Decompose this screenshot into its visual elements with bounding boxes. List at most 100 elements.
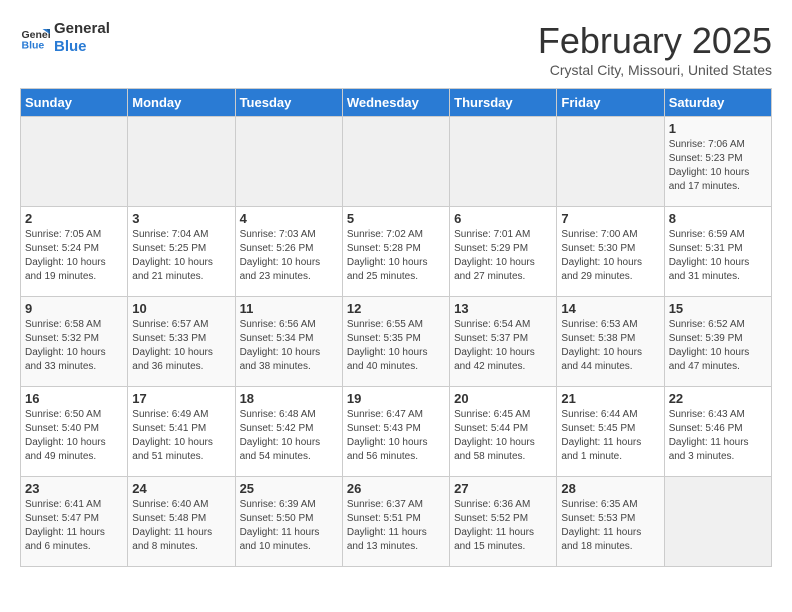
calendar-cell: 27 Sunrise: 6:36 AM Sunset: 5:52 PM Dayli… (450, 477, 557, 567)
col-monday: Monday (128, 89, 235, 117)
day-info: Sunrise: 6:49 AM Sunset: 5:41 PM Dayligh… (132, 408, 230, 464)
day-info: Sunrise: 6:54 AM Sunset: 5:37 PM Dayligh… (454, 318, 552, 374)
day-number: 22 (669, 391, 767, 406)
calendar-cell: 21 Sunrise: 6:44 AM Sunset: 5:45 PM Dayli… (557, 387, 664, 477)
day-info: Sunrise: 7:06 AM Sunset: 5:23 PM Dayligh… (669, 138, 767, 194)
day-number: 8 (669, 211, 767, 226)
calendar-cell: 13 Sunrise: 6:54 AM Sunset: 5:37 PM Dayli… (450, 297, 557, 387)
calendar-cell: 17 Sunrise: 6:49 AM Sunset: 5:41 PM Dayli… (128, 387, 235, 477)
day-info: Sunrise: 6:48 AM Sunset: 5:42 PM Dayligh… (240, 408, 338, 464)
day-number: 6 (454, 211, 552, 226)
day-number: 23 (25, 481, 123, 496)
day-info: Sunrise: 7:01 AM Sunset: 5:29 PM Dayligh… (454, 228, 552, 284)
day-info: Sunrise: 7:02 AM Sunset: 5:28 PM Dayligh… (347, 228, 445, 284)
calendar-cell: 25 Sunrise: 6:39 AM Sunset: 5:50 PM Dayli… (235, 477, 342, 567)
day-number: 4 (240, 211, 338, 226)
day-number: 13 (454, 301, 552, 316)
col-saturday: Saturday (664, 89, 771, 117)
calendar-cell: 3 Sunrise: 7:04 AM Sunset: 5:25 PM Daylig… (128, 207, 235, 297)
day-info: Sunrise: 6:57 AM Sunset: 5:33 PM Dayligh… (132, 318, 230, 374)
col-tuesday: Tuesday (235, 89, 342, 117)
day-info: Sunrise: 6:39 AM Sunset: 5:50 PM Dayligh… (240, 498, 338, 554)
day-info: Sunrise: 7:04 AM Sunset: 5:25 PM Dayligh… (132, 228, 230, 284)
calendar-cell: 6 Sunrise: 7:01 AM Sunset: 5:29 PM Daylig… (450, 207, 557, 297)
calendar-cell: 4 Sunrise: 7:03 AM Sunset: 5:26 PM Daylig… (235, 207, 342, 297)
calendar-cell: 9 Sunrise: 6:58 AM Sunset: 5:32 PM Daylig… (21, 297, 128, 387)
calendar-cell (450, 117, 557, 207)
day-info: Sunrise: 6:36 AM Sunset: 5:52 PM Dayligh… (454, 498, 552, 554)
day-number: 2 (25, 211, 123, 226)
calendar-cell (235, 117, 342, 207)
day-number: 28 (561, 481, 659, 496)
calendar-cell: 12 Sunrise: 6:55 AM Sunset: 5:35 PM Dayli… (342, 297, 449, 387)
day-number: 15 (669, 301, 767, 316)
col-sunday: Sunday (21, 89, 128, 117)
calendar-cell: 24 Sunrise: 6:40 AM Sunset: 5:48 PM Dayli… (128, 477, 235, 567)
day-number: 19 (347, 391, 445, 406)
calendar-week-4: 16 Sunrise: 6:50 AM Sunset: 5:40 PM Dayli… (21, 387, 772, 477)
day-info: Sunrise: 6:35 AM Sunset: 5:53 PM Dayligh… (561, 498, 659, 554)
day-number: 17 (132, 391, 230, 406)
day-number: 16 (25, 391, 123, 406)
day-info: Sunrise: 6:47 AM Sunset: 5:43 PM Dayligh… (347, 408, 445, 464)
day-info: Sunrise: 7:05 AM Sunset: 5:24 PM Dayligh… (25, 228, 123, 284)
day-info: Sunrise: 6:40 AM Sunset: 5:48 PM Dayligh… (132, 498, 230, 554)
calendar-cell: 10 Sunrise: 6:57 AM Sunset: 5:33 PM Dayli… (128, 297, 235, 387)
calendar-subtitle: Crystal City, Missouri, United States (538, 62, 772, 78)
calendar-cell: 22 Sunrise: 6:43 AM Sunset: 5:46 PM Dayli… (664, 387, 771, 477)
day-number: 20 (454, 391, 552, 406)
header-row: Sunday Monday Tuesday Wednesday Thursday… (21, 89, 772, 117)
day-number: 1 (669, 121, 767, 136)
logo-icon: General Blue (20, 23, 50, 53)
day-number: 7 (561, 211, 659, 226)
calendar-week-2: 2 Sunrise: 7:05 AM Sunset: 5:24 PM Daylig… (21, 207, 772, 297)
day-info: Sunrise: 6:55 AM Sunset: 5:35 PM Dayligh… (347, 318, 445, 374)
logo: General Blue General Blue (20, 20, 110, 56)
logo-text-blue: Blue (54, 38, 110, 56)
page-header: General Blue General Blue February 2025 … (20, 20, 772, 78)
day-info: Sunrise: 7:00 AM Sunset: 5:30 PM Dayligh… (561, 228, 659, 284)
day-info: Sunrise: 6:59 AM Sunset: 5:31 PM Dayligh… (669, 228, 767, 284)
calendar-cell: 19 Sunrise: 6:47 AM Sunset: 5:43 PM Dayli… (342, 387, 449, 477)
calendar-cell (557, 117, 664, 207)
day-info: Sunrise: 6:43 AM Sunset: 5:46 PM Dayligh… (669, 408, 767, 464)
title-area: February 2025 Crystal City, Missouri, Un… (538, 20, 772, 78)
calendar-cell (128, 117, 235, 207)
col-friday: Friday (557, 89, 664, 117)
day-info: Sunrise: 6:52 AM Sunset: 5:39 PM Dayligh… (669, 318, 767, 374)
calendar-cell: 18 Sunrise: 6:48 AM Sunset: 5:42 PM Dayli… (235, 387, 342, 477)
calendar-cell: 11 Sunrise: 6:56 AM Sunset: 5:34 PM Dayli… (235, 297, 342, 387)
day-info: Sunrise: 6:41 AM Sunset: 5:47 PM Dayligh… (25, 498, 123, 554)
day-number: 21 (561, 391, 659, 406)
day-info: Sunrise: 6:44 AM Sunset: 5:45 PM Dayligh… (561, 408, 659, 464)
day-info: Sunrise: 7:03 AM Sunset: 5:26 PM Dayligh… (240, 228, 338, 284)
calendar-cell: 26Sunrise: 6:37 AM Sunset: 5:51 PM Dayli… (342, 477, 449, 567)
day-number: 10 (132, 301, 230, 316)
day-number: 9 (25, 301, 123, 316)
day-number: 18 (240, 391, 338, 406)
calendar-cell: 23 Sunrise: 6:41 AM Sunset: 5:47 PM Dayli… (21, 477, 128, 567)
day-number: 3 (132, 211, 230, 226)
col-thursday: Thursday (450, 89, 557, 117)
day-info: Sunrise: 6:45 AM Sunset: 5:44 PM Dayligh… (454, 408, 552, 464)
calendar-week-1: 1 Sunrise: 7:06 AM Sunset: 5:23 PM Daylig… (21, 117, 772, 207)
day-number: 25 (240, 481, 338, 496)
day-number: 14 (561, 301, 659, 316)
calendar-cell (342, 117, 449, 207)
day-info: Sunrise: 6:50 AM Sunset: 5:40 PM Dayligh… (25, 408, 123, 464)
calendar-title: February 2025 (538, 20, 772, 62)
calendar-week-5: 23 Sunrise: 6:41 AM Sunset: 5:47 PM Dayli… (21, 477, 772, 567)
day-info: Sunrise: 6:53 AM Sunset: 5:38 PM Dayligh… (561, 318, 659, 374)
day-number: 27 (454, 481, 552, 496)
day-info: Sunrise: 6:58 AM Sunset: 5:32 PM Dayligh… (25, 318, 123, 374)
day-number: 11 (240, 301, 338, 316)
calendar-week-3: 9 Sunrise: 6:58 AM Sunset: 5:32 PM Daylig… (21, 297, 772, 387)
calendar-cell: 1 Sunrise: 7:06 AM Sunset: 5:23 PM Daylig… (664, 117, 771, 207)
day-number: 12 (347, 301, 445, 316)
day-info: Sunrise: 6:56 AM Sunset: 5:34 PM Dayligh… (240, 318, 338, 374)
calendar-cell (664, 477, 771, 567)
calendar-cell: 14 Sunrise: 6:53 AM Sunset: 5:38 PM Dayli… (557, 297, 664, 387)
day-number: 24 (132, 481, 230, 496)
calendar-cell: 8 Sunrise: 6:59 AM Sunset: 5:31 PM Daylig… (664, 207, 771, 297)
calendar-cell: 28 Sunrise: 6:35 AM Sunset: 5:53 PM Dayli… (557, 477, 664, 567)
